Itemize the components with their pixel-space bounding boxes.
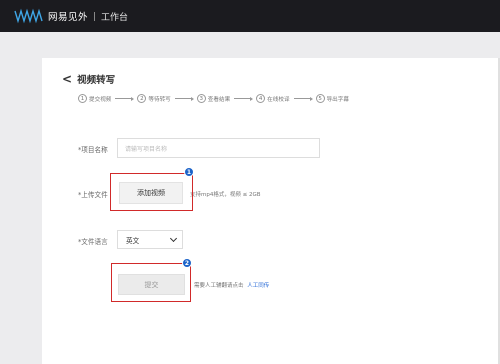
step-4: 4 在线校译 xyxy=(256,94,290,103)
manual-interpretation-link[interactable]: 人工同传 xyxy=(247,283,269,289)
main-card: < 视频转写 1 提交视频 2 等待转写 3 查看结果 4 在线校译 5 导出字… xyxy=(42,58,500,364)
step-label: 提交视频 xyxy=(89,96,112,103)
highlight-box-1 xyxy=(110,173,193,211)
submit-note-text: 需要人工辅翻请点击 xyxy=(194,283,244,289)
submit-note: 需要人工辅翻请点击 人工同传 xyxy=(194,281,269,289)
chevron-down-icon xyxy=(169,234,178,242)
step-1: 1 提交视频 xyxy=(78,94,111,103)
step-label: 等待转写 xyxy=(148,96,171,103)
upload-hint: 支持mp4格式，视频 ≤ 2GB xyxy=(190,192,261,198)
page-title: 视频转写 xyxy=(77,75,116,86)
step-3: 3 查看结果 xyxy=(196,94,231,103)
step-number: 3 xyxy=(196,94,206,103)
brand-name[interactable]: 网易见外 xyxy=(48,9,88,23)
language-value: 英文 xyxy=(126,236,140,245)
step-indicator: 1 提交视频 2 等待转写 3 查看结果 4 在线校译 5 导出字幕 xyxy=(78,94,349,103)
page-header: < 视频转写 xyxy=(62,72,115,86)
topbar-divider xyxy=(94,11,96,21)
language-select[interactable]: 英文 xyxy=(117,230,183,249)
arrow-right-icon xyxy=(293,96,313,101)
project-name-input[interactable]: 请输写项目名称 xyxy=(117,138,320,158)
step-label: 导出字幕 xyxy=(326,96,349,103)
step-label: 查看结果 xyxy=(207,96,231,103)
step-number: 5 xyxy=(315,94,325,103)
step-5: 5 导出字幕 xyxy=(315,94,349,103)
highlight-box-2 xyxy=(111,263,191,302)
step-label: 在线校译 xyxy=(267,96,290,103)
arrow-right-icon xyxy=(174,96,194,101)
workspace-link[interactable]: 工作台 xyxy=(101,10,128,23)
language-label: *文件语言 xyxy=(78,238,108,246)
top-bar: 网易见外 工作台 xyxy=(0,0,500,32)
arrow-right-icon xyxy=(234,96,254,101)
project-name-placeholder: 请输写项目名称 xyxy=(125,145,168,153)
step-number: 4 xyxy=(256,94,266,103)
wave-logo-icon xyxy=(14,8,43,24)
project-name-label: *项目名称 xyxy=(78,146,108,154)
step-number: 2 xyxy=(137,94,147,103)
step-number: 1 xyxy=(78,94,87,103)
arrow-right-icon xyxy=(115,96,135,101)
chevron-left-icon[interactable]: < xyxy=(62,73,72,85)
annotation-badge-1: 1 xyxy=(184,167,194,177)
step-2: 2 等待转写 xyxy=(137,94,171,103)
annotation-badge-2: 2 xyxy=(182,258,192,268)
upload-label: *上传文件 xyxy=(78,191,108,199)
